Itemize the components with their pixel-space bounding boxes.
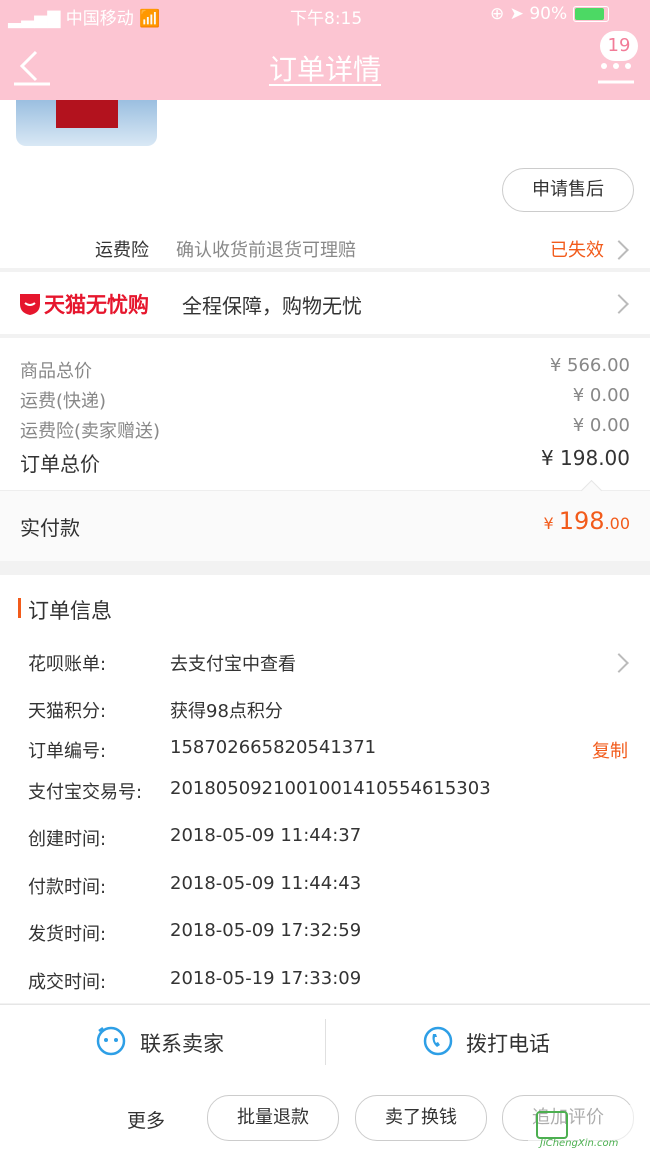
contact-seller-label: 联系卖家 (140, 1032, 224, 1056)
completed-time-value: 2018-05-19 17:33:09 (170, 968, 362, 989)
clock: 下午8:15 (290, 9, 363, 29)
points-value: 获得98点积分 (170, 701, 283, 722)
shipped-time-value: 2018-05-09 17:32:59 (170, 920, 362, 941)
paid-value: ¥ 198.00 (543, 507, 630, 535)
order-info-title: 订单信息 (28, 599, 112, 623)
watermark-box-icon (536, 1111, 568, 1139)
product-box-graphic (56, 100, 118, 128)
product-section: 申请售后 (0, 100, 650, 230)
more-menu-icon[interactable] (598, 60, 634, 84)
price-summary: 商品总价 ¥ 566.00 运费(快递) ¥ 0.00 运费险(卖家赠送) ¥ … (0, 338, 650, 490)
paid-time-value: 2018-05-09 11:44:43 (170, 873, 362, 894)
huabei-label: 花呗账单: (28, 654, 107, 675)
call-phone-label: 拨打电话 (466, 1032, 550, 1056)
alipay-no-value: 2018050921001001410554615303 (170, 778, 491, 799)
chevron-right-icon (609, 240, 629, 260)
order-number-label: 订单编号: (28, 741, 107, 762)
copy-button[interactable]: 复制 (592, 737, 628, 763)
battery-icon (572, 6, 609, 22)
chevron-right-icon (609, 294, 629, 314)
watermark-text: JiChengXin.com (540, 1138, 619, 1149)
huabei-link[interactable]: 去支付宝中查看 (170, 650, 296, 676)
signal-icon: ▂▃▅▇ (8, 9, 61, 29)
goods-total-label: 商品总价 (20, 361, 92, 382)
shipped-time-label: 发货时间: (28, 924, 107, 945)
message-badge[interactable]: 19 (600, 31, 638, 61)
insurance-fee-label: 运费险(卖家赠送) (20, 421, 161, 442)
tmall-shield-icon (20, 294, 40, 315)
order-total-value: ¥ 198.00 (540, 446, 630, 470)
location-icon: ➤ (509, 4, 524, 24)
order-info-section: 订单信息 花呗账单: 去支付宝中查看 天猫积分: 获得98点积分 订单编号: 1… (0, 575, 650, 1003)
shipping-insurance-row[interactable]: 运费险 确认收货前退货可理赔 已失效 (0, 230, 650, 268)
lock-rotation-icon: ⊕ (490, 4, 505, 24)
points-label: 天猫积分: (28, 701, 107, 722)
goods-total-value: ¥ 566.00 (549, 355, 630, 376)
chevron-right-icon[interactable] (609, 653, 629, 673)
alipay-no-label: 支付宝交易号: (28, 782, 143, 803)
shipping-insurance-label: 运费险 (95, 240, 149, 261)
watermark-logo: JiChengXin.com (528, 1105, 650, 1155)
shipping-fee-value: ¥ 0.00 (572, 385, 630, 406)
paid-time-label: 付款时间: (28, 877, 107, 898)
tmall-guarantee-desc: 全程保障，购物无忧 (182, 294, 362, 318)
section-marker (18, 598, 21, 618)
insurance-fee-value: ¥ 0.00 (572, 415, 630, 436)
tmall-guarantee-row[interactable]: 天猫无忧购 全程保障，购物无忧 (0, 272, 650, 334)
contact-seller-button[interactable]: 联系卖家 (0, 1005, 325, 1077)
tmall-brand: 天猫无忧购 (44, 293, 149, 317)
shipping-insurance-status: 已失效 (550, 240, 604, 261)
battery-status: ⊕ ➤ 90% (490, 4, 609, 24)
top-bar: ▂▃▅▇ 中国移动 📶 下午8:15 ⊕ ➤ 90% 订单详情 19 (0, 0, 650, 100)
sell-for-cash-button[interactable]: 卖了换钱 (355, 1095, 487, 1141)
wifi-icon: 📶 (139, 9, 161, 29)
paid-label: 实付款 (20, 516, 80, 540)
completed-time-label: 成交时间: (28, 972, 107, 993)
call-phone-button[interactable]: 拨打电话 (326, 1005, 650, 1077)
paid-amount-row: 实付款 ¥ 198.00 (0, 479, 650, 561)
bottom-action-bar: 更多 批量退款 卖了换钱 追加评价 JiChengXin.com (0, 1077, 650, 1155)
shipping-insurance-desc: 确认收货前退货可理赔 (176, 240, 356, 261)
shipping-fee-label: 运费(快递) (20, 391, 107, 412)
contact-bar: 联系卖家 拨打电话 (0, 1004, 650, 1078)
more-button[interactable]: 更多 (127, 1106, 165, 1133)
carrier-status: ▂▃▅▇ 中国移动 📶 (8, 9, 161, 29)
order-total-label: 订单总价 (20, 452, 100, 476)
created-time-value: 2018-05-09 11:44:37 (170, 825, 362, 846)
product-thumbnail[interactable] (16, 100, 157, 146)
apply-after-sale-button[interactable]: 申请售后 (502, 168, 634, 212)
order-number-value: 158702665820541371 (170, 737, 377, 758)
chat-face-icon (96, 1026, 126, 1056)
created-time-label: 创建时间: (28, 829, 107, 850)
batch-refund-button[interactable]: 批量退款 (207, 1095, 339, 1141)
phone-icon (423, 1026, 453, 1056)
page-title: 订单详情 (268, 53, 381, 86)
